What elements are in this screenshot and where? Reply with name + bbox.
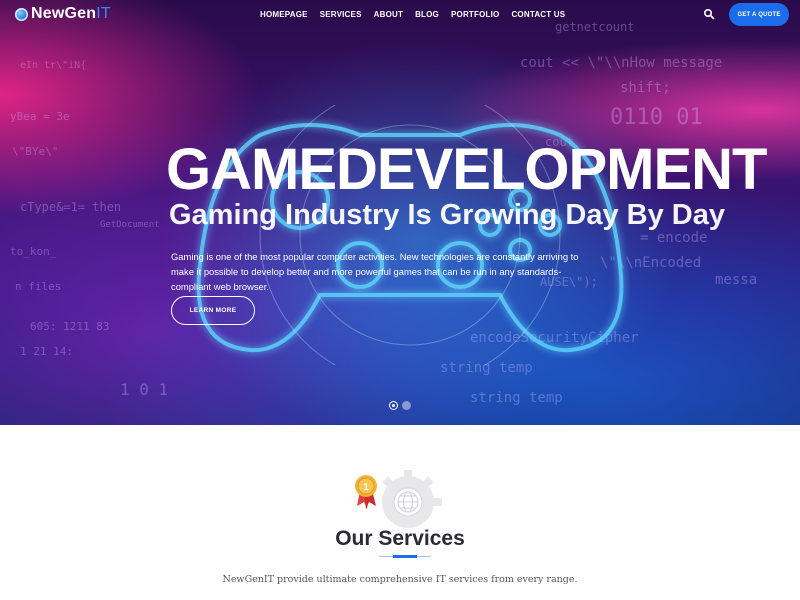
menu-item-portfolio[interactable]: PORTFOLIO <box>451 10 499 19</box>
menu-item-blog[interactable]: BLOG <box>415 10 439 19</box>
menu-item-services[interactable]: SERVICES <box>320 10 362 19</box>
hero-subtitle: Gaming Industry Is Growing Day By Day <box>169 199 725 231</box>
top-navigation: NewGenIT HOMEPAGE SERVICES ABOUT BLOG PO… <box>0 0 800 30</box>
main-menu: HOMEPAGE SERVICES ABOUT BLOG PORTFOLIO C… <box>260 10 577 19</box>
services-description: NewGenIT provide ultimate comprehensive … <box>222 574 578 585</box>
slider-dot-2[interactable] <box>402 401 411 410</box>
logo-text-accent: IT <box>96 5 111 22</box>
hero-description: Gaming is one of the most popular comput… <box>171 251 579 292</box>
slider-dot-1[interactable] <box>389 401 398 410</box>
logo-text-main: NewGen <box>31 5 97 22</box>
slider-pagination <box>389 401 411 410</box>
hero-title: GAMEDEVELOPMENT <box>166 137 767 202</box>
services-badge-gear-icon: 1 <box>355 470 442 528</box>
services-heading: Our Services <box>335 527 465 550</box>
logo-text: NewGenIT <box>31 5 111 23</box>
services-heading-underline <box>379 555 431 558</box>
learn-more-button[interactable]: LEARN MORE <box>171 296 255 325</box>
svg-text:1: 1 <box>363 482 369 493</box>
menu-item-about[interactable]: ABOUT <box>374 10 403 19</box>
get-a-quote-button[interactable]: GET A QUOTE <box>729 3 789 26</box>
menu-item-homepage[interactable]: HOMEPAGE <box>260 10 308 19</box>
search-icon[interactable] <box>703 8 715 20</box>
site-logo[interactable]: NewGenIT <box>15 5 111 23</box>
menu-item-contact-us[interactable]: CONTACT US <box>511 10 565 19</box>
logo-globe-icon <box>15 7 28 21</box>
